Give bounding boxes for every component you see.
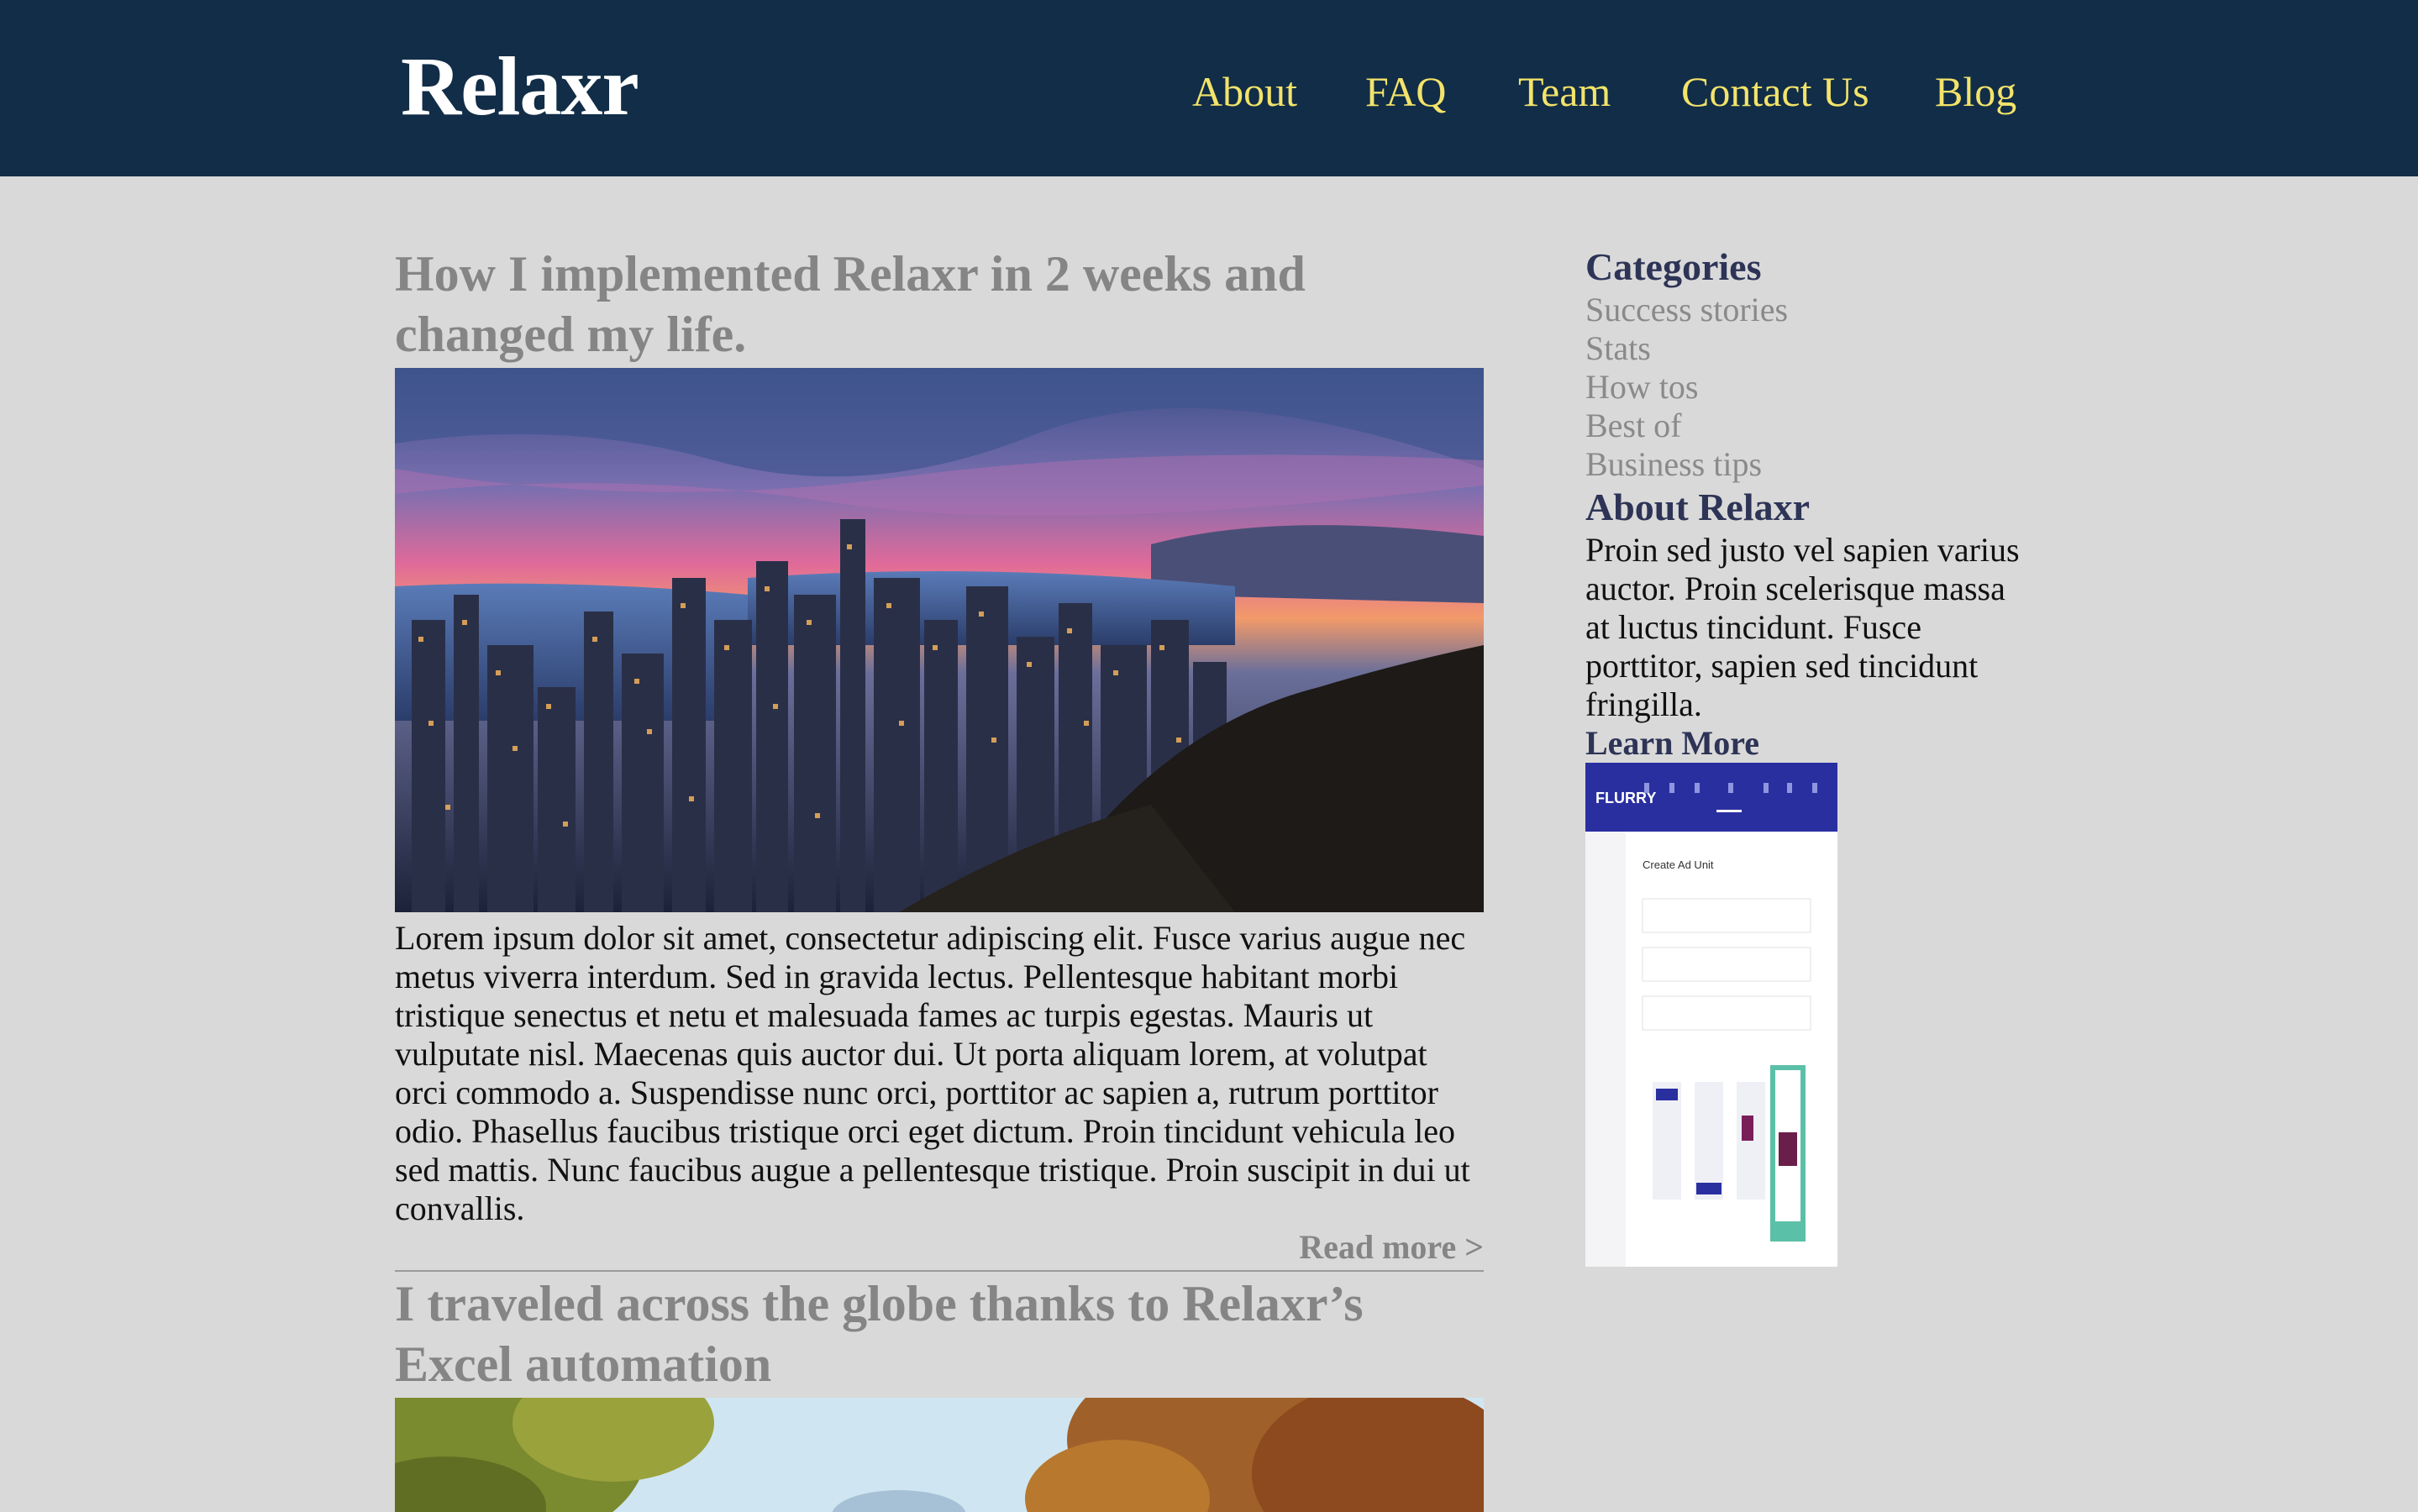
learn-more-link[interactable]: Learn More — [1585, 724, 2031, 763]
category-how-tos[interactable]: How tos — [1585, 368, 2031, 407]
nav-blog[interactable]: Blog — [1935, 62, 2016, 121]
categories-heading: Categories — [1585, 245, 1762, 288]
post-title[interactable]: How I implemented Relaxr in 2 weeks and … — [395, 244, 1403, 365]
sidebar-ad-image[interactable]: FLURRY Create Ad Unit — [1585, 763, 1837, 1267]
post-body: Lorem ipsum dolor sit amet, consectetur … — [395, 919, 1470, 1227]
nav-about[interactable]: About — [1192, 62, 1297, 121]
nav-faq[interactable]: FAQ — [1365, 62, 1446, 121]
read-more-row: Read more > — [395, 1228, 1484, 1267]
read-more-link[interactable]: Read more > — [1299, 1228, 1484, 1266]
main-content: How I implemented Relaxr in 2 weeks and … — [395, 244, 1484, 1512]
nav-contact-us[interactable]: Contact Us — [1681, 62, 1869, 121]
category-best-of[interactable]: Best of — [1585, 407, 2031, 445]
category-business-tips[interactable]: Business tips — [1585, 445, 2031, 484]
nav-team[interactable]: Team — [1518, 62, 1611, 121]
main-nav: About FAQ Team Contact Us Blog — [0, 62, 2418, 121]
post-image-autumn-trees — [395, 1398, 1484, 1512]
sidebar: Categories Success stories Stats How tos… — [1585, 244, 2031, 1267]
ad-title-text: Create Ad Unit — [1643, 858, 1714, 871]
blog-post: I traveled across the globe thanks to Re… — [395, 1273, 1484, 1512]
post-divider — [395, 1270, 1484, 1272]
about-heading: About Relaxr — [1585, 486, 1811, 528]
blog-post: How I implemented Relaxr in 2 weeks and … — [395, 244, 1484, 1272]
category-success-stories[interactable]: Success stories — [1585, 291, 2031, 329]
post-image-city-skyline — [395, 368, 1484, 912]
post-title[interactable]: I traveled across the globe thanks to Re… — [395, 1273, 1403, 1394]
about-text: Proin sed justo vel sapien varius auctor… — [1585, 531, 2020, 723]
category-stats[interactable]: Stats — [1585, 329, 2031, 368]
categories-list: Success stories Stats How tos Best of Bu… — [1585, 291, 2031, 484]
site-header: Relaxr About FAQ Team Contact Us Blog — [0, 0, 2418, 176]
